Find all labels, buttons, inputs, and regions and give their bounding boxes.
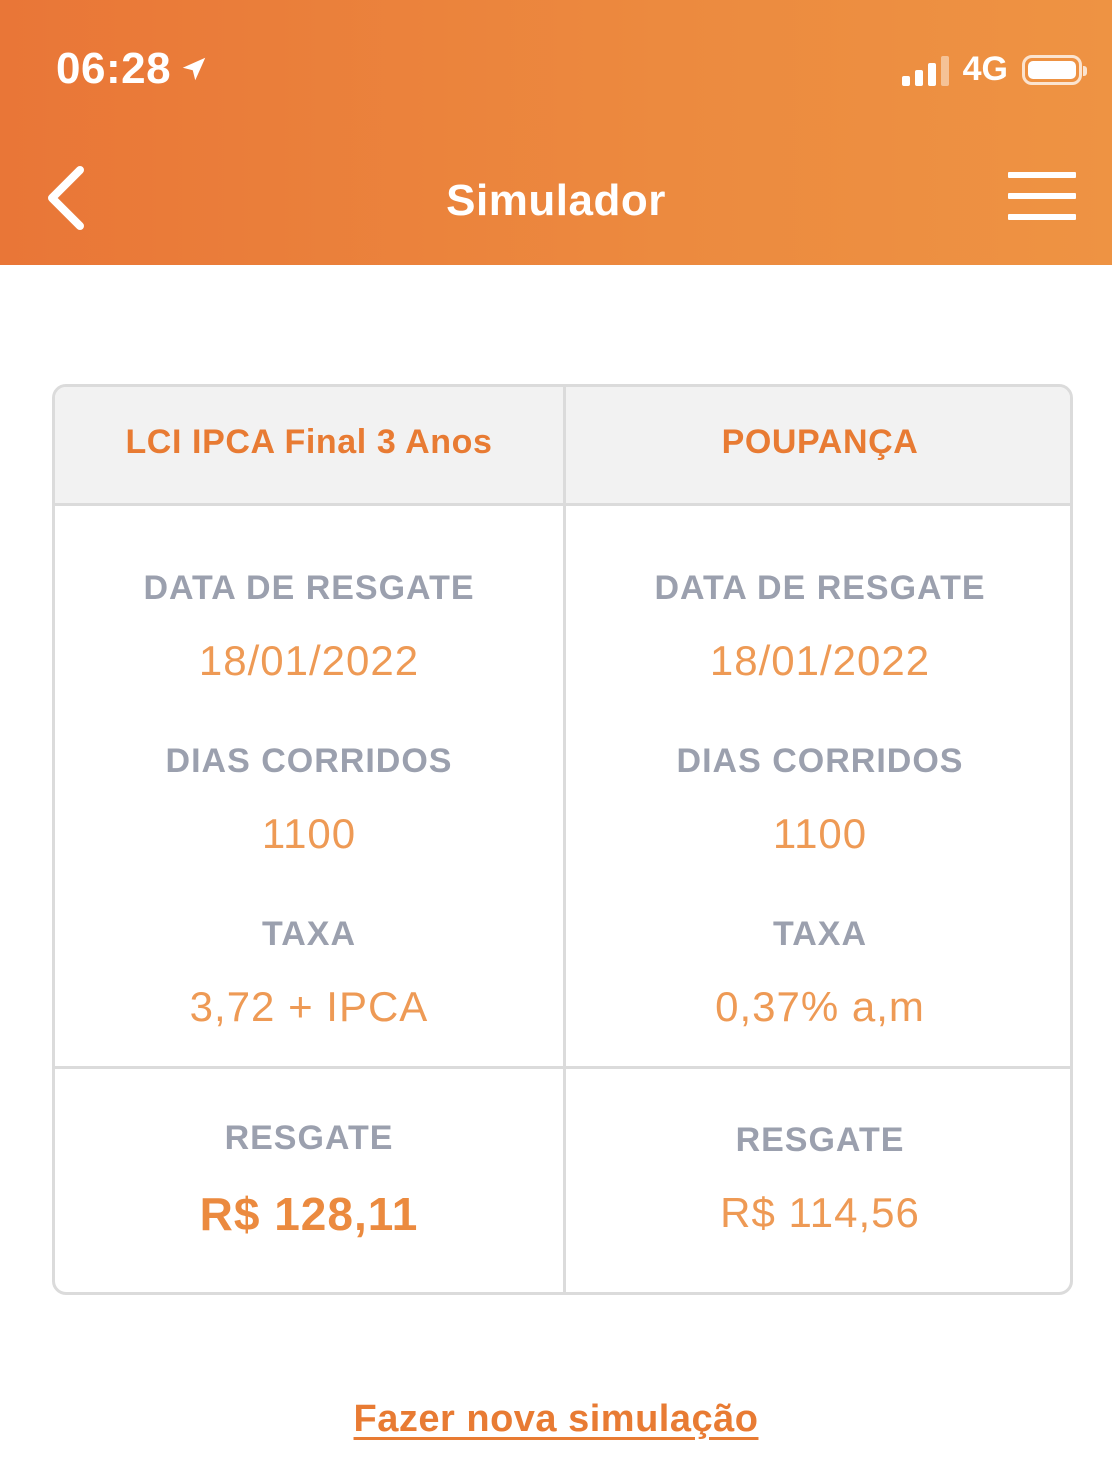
network-type: 4G (962, 50, 1008, 88)
hamburger-icon-bar (1008, 214, 1076, 220)
column-lci: LCI IPCA Final 3 Anos DATA DE RESGATE 18… (55, 387, 563, 1292)
rate-label: TAXA (261, 915, 357, 953)
redemption-value: R$ 128,11 (199, 1188, 419, 1240)
new-simulation-container: Fazer nova simulação (0, 1398, 1112, 1441)
location-arrow-icon (182, 57, 206, 81)
hamburger-icon-bar (1008, 172, 1076, 178)
column-poupanca: POUPANÇA DATA DE RESGATE 18/01/2022 DIAS… (566, 387, 1070, 1292)
days-value: 1100 (261, 810, 357, 857)
battery-icon (1022, 54, 1087, 85)
status-time: 06:28 (56, 44, 209, 94)
redemption-date-value: 18/01/2022 (709, 637, 931, 684)
menu-button[interactable] (1008, 172, 1076, 224)
hamburger-icon-bar (1008, 193, 1076, 199)
redemption-date-label: DATA DE RESGATE (143, 569, 475, 607)
redemption-date-label: DATA DE RESGATE (654, 569, 986, 607)
redemption-label: RESGATE (224, 1119, 394, 1157)
rate-label: TAXA (772, 915, 868, 953)
column-title: LCI IPCA Final 3 Anos (125, 423, 493, 461)
redemption-value: R$ 114,56 (720, 1189, 920, 1236)
page-title: Simulador (446, 176, 666, 225)
redemption-label: RESGATE (735, 1121, 905, 1159)
redemption-date-value: 18/01/2022 (198, 637, 420, 684)
column-title: POUPANÇA (721, 423, 919, 461)
rate-value: 3,72 + IPCA (189, 983, 429, 1030)
days-label: DIAS CORRIDOS (165, 742, 453, 780)
comparison-table: LCI IPCA Final 3 Anos DATA DE RESGATE 18… (52, 384, 1073, 1295)
signal-icon (901, 54, 949, 86)
days-label: DIAS CORRIDOS (676, 742, 964, 780)
clock: 06:28 (56, 44, 172, 93)
days-value: 1100 (772, 810, 868, 857)
app-header: 06:28 4G Simulador (0, 0, 1112, 265)
rate-value: 0,37% a,m (715, 983, 925, 1030)
new-simulation-link[interactable]: Fazer nova simulação (354, 1398, 759, 1440)
status-indicators: 4G (901, 50, 1087, 89)
